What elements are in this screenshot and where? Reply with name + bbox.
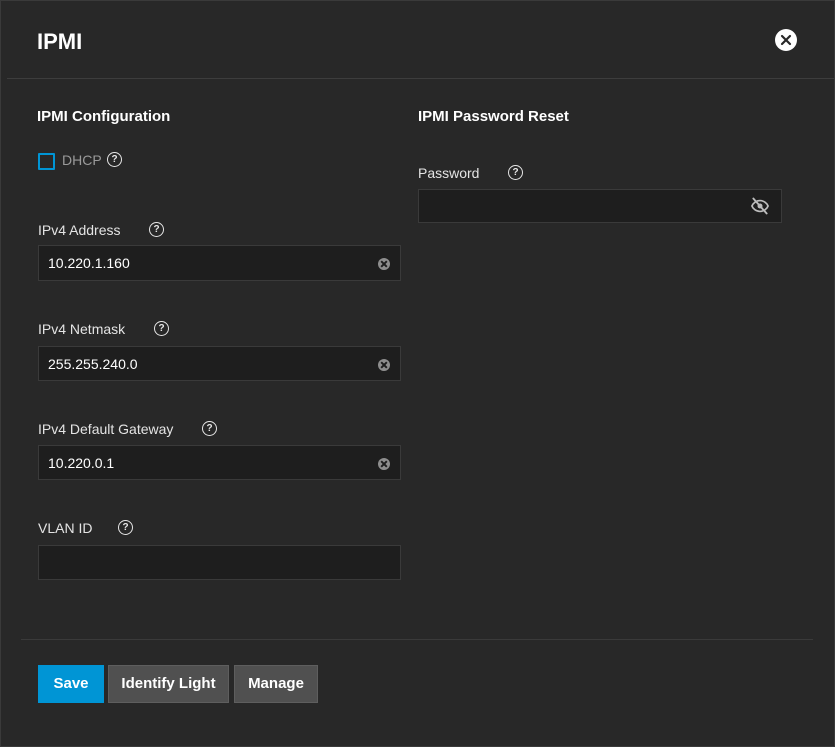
ipv4-netmask-help-icon[interactable]: ? [154, 321, 169, 336]
ipv4-gateway-help-icon[interactable]: ? [202, 421, 217, 436]
password-label: Password [418, 165, 480, 181]
ipmi-dialog: IPMI IPMI Configuration DHCP ? IPv4 Addr… [0, 0, 835, 747]
ipv4-address-label: IPv4 Address [38, 222, 121, 238]
dialog-title: IPMI [37, 29, 83, 54]
header-divider [7, 78, 834, 79]
ipv4-gateway-field[interactable] [38, 445, 401, 480]
password-field[interactable] [418, 189, 782, 223]
identify-light-button[interactable]: Identify Light [108, 665, 229, 703]
ipv4-gateway-input[interactable] [39, 446, 400, 479]
ipv4-address-clear-icon[interactable] [378, 258, 390, 270]
save-button[interactable]: Save [38, 665, 104, 703]
vlan-id-input[interactable] [39, 546, 400, 579]
password-input[interactable] [419, 190, 781, 222]
ipv4-address-field[interactable] [38, 245, 401, 281]
ipv4-gateway-clear-icon[interactable] [378, 458, 390, 470]
ipv4-netmask-input[interactable] [39, 347, 400, 380]
ipmi-password-reset-heading: IPMI Password Reset [418, 108, 569, 125]
vlan-id-field[interactable] [38, 545, 401, 580]
close-icon [780, 34, 792, 46]
eye-off-icon[interactable] [749, 196, 771, 216]
ipv4-address-help-icon[interactable]: ? [149, 222, 164, 237]
dhcp-checkbox[interactable] [38, 153, 55, 170]
manage-button[interactable]: Manage [234, 665, 318, 703]
ipv4-gateway-label: IPv4 Default Gateway [38, 421, 174, 437]
vlan-id-help-icon[interactable]: ? [118, 520, 133, 535]
ipv4-address-input[interactable] [39, 246, 400, 280]
vlan-id-label: VLAN ID [38, 520, 93, 536]
dhcp-help-icon[interactable]: ? [107, 152, 122, 167]
password-help-icon[interactable]: ? [508, 165, 523, 180]
footer-divider [21, 639, 813, 640]
ipv4-netmask-clear-icon[interactable] [378, 359, 390, 371]
ipmi-configuration-heading: IPMI Configuration [37, 108, 171, 125]
dhcp-label: DHCP [62, 152, 102, 168]
ipv4-netmask-field[interactable] [38, 346, 401, 381]
close-button[interactable] [775, 29, 797, 51]
ipv4-netmask-label: IPv4 Netmask [38, 321, 126, 337]
